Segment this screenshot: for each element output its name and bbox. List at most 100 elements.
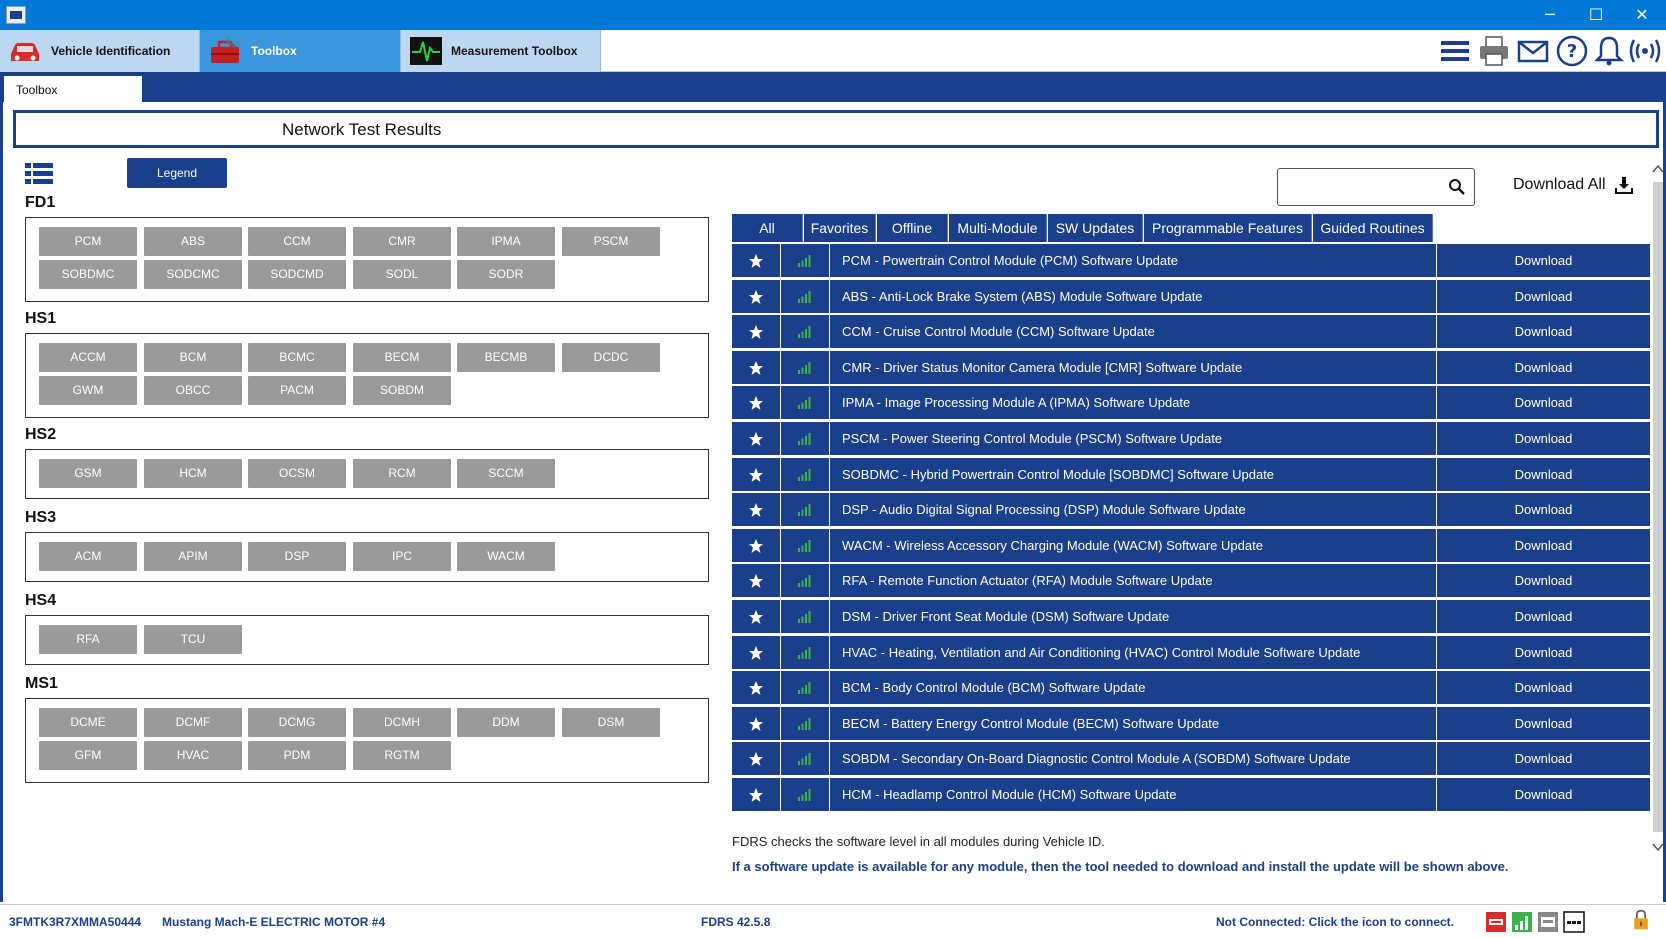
module-button[interactable]: PDM: [248, 741, 346, 770]
update-row[interactable]: RFA - Remote Function Actuator (RFA) Mod…: [732, 564, 1650, 598]
module-button[interactable]: ACM: [39, 542, 137, 571]
update-row[interactable]: CMR - Driver Status Monitor Camera Modul…: [732, 350, 1650, 385]
favorite-cell[interactable]: [732, 279, 780, 313]
download-button[interactable]: Download: [1437, 528, 1650, 562]
module-button[interactable]: PACM: [248, 376, 346, 405]
star-icon[interactable]: [748, 538, 764, 554]
update-row[interactable]: PCM - Powertrain Control Module (PCM) So…: [732, 244, 1650, 278]
scroll-up-icon[interactable]: [1652, 164, 1664, 174]
favorite-cell[interactable]: [732, 422, 780, 455]
filter-tab-favorites[interactable]: Favorites: [804, 214, 876, 242]
filter-tab-offline[interactable]: Offline: [877, 214, 948, 242]
update-row[interactable]: SOBDMC - Hybrid Powertrain Control Modul…: [732, 457, 1650, 492]
filter-tab-sw-updates[interactable]: SW Updates: [1048, 214, 1143, 242]
module-button[interactable]: ABS: [144, 227, 242, 256]
tab-measurement-toolbox[interactable]: Measurement Toolbox: [401, 30, 601, 72]
download-button[interactable]: Download: [1437, 564, 1650, 598]
star-icon[interactable]: [748, 431, 764, 447]
search-icon[interactable]: [1448, 178, 1466, 196]
maximize-button[interactable]: ☐: [1573, 0, 1619, 30]
favorite-cell[interactable]: [732, 564, 780, 598]
module-button[interactable]: CCM: [248, 227, 346, 256]
module-button[interactable]: IPC: [353, 542, 451, 571]
module-button[interactable]: SOBDM: [353, 376, 451, 405]
star-icon[interactable]: [748, 467, 764, 483]
module-button[interactable]: BECM: [353, 343, 451, 372]
tab-toolbox-sub[interactable]: Toolbox: [4, 76, 142, 102]
search-input[interactable]: [1277, 168, 1475, 206]
favorite-cell[interactable]: [732, 706, 780, 740]
module-button[interactable]: HVAC: [144, 741, 242, 770]
module-button[interactable]: OCSM: [248, 459, 346, 488]
module-button[interactable]: DCDC: [562, 343, 660, 372]
filter-tab-guided-routines[interactable]: Guided Routines: [1313, 214, 1433, 242]
module-button[interactable]: GWM: [39, 376, 137, 405]
module-button[interactable]: DCMG: [248, 708, 346, 737]
module-button[interactable]: IPMA: [457, 227, 555, 256]
minimize-button[interactable]: ─: [1527, 0, 1573, 30]
update-row[interactable]: WACM - Wireless Accessory Charging Modul…: [732, 528, 1650, 563]
vci-device-icon[interactable]: [1537, 911, 1559, 933]
update-row[interactable]: PSCM - Power Steering Control Module (PS…: [732, 422, 1650, 456]
update-row[interactable]: BCM - Body Control Module (BCM) Software…: [732, 671, 1650, 705]
download-button[interactable]: Download: [1437, 671, 1650, 705]
module-button[interactable]: DDM: [457, 708, 555, 737]
mail-icon[interactable]: [1516, 34, 1550, 68]
module-button[interactable]: PCM: [39, 227, 137, 256]
download-button[interactable]: Download: [1437, 422, 1650, 455]
module-button[interactable]: DCME: [39, 708, 137, 737]
module-button[interactable]: ACCM: [39, 343, 137, 372]
module-button[interactable]: BCM: [144, 343, 242, 372]
module-button[interactable]: BECMB: [457, 343, 555, 372]
update-row[interactable]: ABS - Anti-Lock Brake System (ABS) Modul…: [732, 279, 1650, 314]
download-button[interactable]: Download: [1437, 279, 1650, 313]
tab-vehicle-identification[interactable]: Vehicle Identification: [0, 30, 200, 72]
module-button[interactable]: SCCM: [457, 459, 555, 488]
download-button[interactable]: Download: [1437, 493, 1650, 527]
lock-icon[interactable]: [1630, 909, 1652, 931]
module-button[interactable]: DSM: [562, 708, 660, 737]
module-button[interactable]: GFM: [39, 741, 137, 770]
update-row[interactable]: BECM - Battery Energy Control Module (BE…: [732, 706, 1650, 741]
module-button[interactable]: SOBDMC: [39, 260, 137, 289]
download-button[interactable]: Download: [1437, 244, 1650, 277]
vertical-scrollbar[interactable]: [1651, 160, 1665, 860]
filter-tab-multi-module[interactable]: Multi-Module: [949, 214, 1047, 242]
module-button[interactable]: GSM: [39, 459, 137, 488]
module-button[interactable]: RCM: [353, 459, 451, 488]
module-button[interactable]: PSCM: [562, 227, 660, 256]
legend-button[interactable]: Legend: [127, 158, 227, 188]
menu-icon[interactable]: [1438, 34, 1472, 68]
favorite-cell[interactable]: [732, 493, 780, 527]
module-button[interactable]: RGTM: [353, 741, 451, 770]
help-icon[interactable]: ?: [1555, 34, 1589, 68]
update-row[interactable]: HVAC - Heating, Ventilation and Air Cond…: [732, 635, 1650, 670]
module-button[interactable]: TCU: [144, 625, 242, 654]
star-icon[interactable]: [748, 253, 764, 269]
filter-tab-programmable-features[interactable]: Programmable Features: [1144, 214, 1312, 242]
favorite-cell[interactable]: [732, 457, 780, 491]
update-row[interactable]: SOBDM - Secondary On-Board Diagnostic Co…: [732, 742, 1650, 776]
favorite-cell[interactable]: [732, 671, 780, 705]
module-button[interactable]: DCMF: [144, 708, 242, 737]
scroll-thumb[interactable]: [1653, 182, 1663, 832]
wireless-icon[interactable]: [1628, 34, 1662, 68]
bell-icon[interactable]: [1592, 34, 1626, 68]
download-button[interactable]: Download: [1437, 315, 1650, 349]
update-row[interactable]: HCM - Headlamp Control Module (HCM) Soft…: [732, 778, 1650, 812]
update-row[interactable]: IPMA - Image Processing Module A (IPMA) …: [732, 386, 1650, 420]
star-icon[interactable]: [748, 716, 764, 732]
module-button[interactable]: SODCMC: [144, 260, 242, 289]
update-row[interactable]: CCM - Cruise Control Module (CCM) Softwa…: [732, 315, 1650, 349]
download-button[interactable]: Download: [1437, 350, 1650, 384]
download-button[interactable]: Download: [1437, 706, 1650, 740]
download-all-button[interactable]: Download All: [1513, 176, 1606, 194]
module-button[interactable]: SODL: [353, 260, 451, 289]
print-icon[interactable]: [1477, 34, 1511, 68]
module-button[interactable]: CMR: [353, 227, 451, 256]
favorite-cell[interactable]: [732, 386, 780, 420]
favorite-cell[interactable]: [732, 315, 780, 349]
module-button[interactable]: DSP: [248, 542, 346, 571]
star-icon[interactable]: [748, 680, 764, 696]
module-button[interactable]: WACM: [457, 542, 555, 571]
